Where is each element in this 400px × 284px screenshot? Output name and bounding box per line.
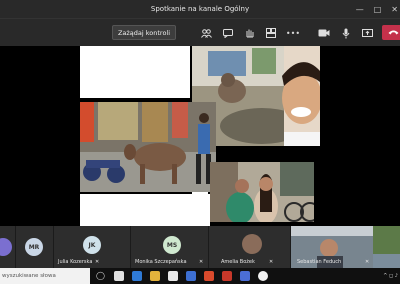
participant-name: Julia Kozerska	[58, 259, 93, 265]
request-control-label: Zażądaj kontroli	[117, 28, 171, 37]
participant-tile[interactable]: JK Julia Kozerska ✕	[54, 226, 131, 268]
share-screen-icon[interactable]	[361, 27, 373, 39]
teams-icon[interactable]	[240, 271, 250, 281]
participant-avatar: MR	[25, 238, 43, 256]
phone-hangup-icon	[388, 28, 399, 37]
participant-name: Monika Szczepańska	[135, 259, 187, 265]
leave-meeting-button[interactable]	[382, 25, 400, 40]
slide-blank-area	[80, 194, 210, 226]
participant-name: Amelia Bożek	[221, 259, 255, 265]
mic-muted-icon: ✕	[365, 259, 370, 265]
task-view-icon[interactable]: ◯	[96, 271, 106, 281]
file-explorer-icon[interactable]	[150, 271, 160, 281]
participant-avatar	[0, 238, 12, 256]
participant-name: Sebastian Feduch	[297, 259, 342, 265]
chat-icon[interactable]	[222, 27, 234, 39]
mail-icon[interactable]	[186, 271, 196, 281]
camera-icon[interactable]	[318, 27, 330, 39]
windows-taskbar: wyszukiwane słowa ◯ ^ ◻ ♪	[0, 268, 400, 284]
mic-muted-icon: ✕	[95, 259, 100, 265]
edge-browser-icon[interactable]	[132, 271, 142, 281]
task-view-button-icon[interactable]	[114, 271, 124, 281]
raise-hand-icon[interactable]	[243, 27, 255, 39]
meeting-toolbar: Zażądaj kontroli •••	[0, 18, 400, 46]
cow-street-photo	[80, 102, 216, 192]
teams-meeting-window: Spotkanie na kanale Ogólny — □ ✕ Zażądaj…	[0, 0, 400, 284]
taskbar-search-placeholder: wyszukiwane słowa	[2, 273, 56, 279]
self-video	[373, 226, 400, 268]
microphone-icon[interactable]	[340, 27, 352, 39]
store-icon[interactable]	[168, 271, 178, 281]
minimize-button[interactable]: —	[356, 5, 364, 14]
participant-tile[interactable]: MR	[16, 226, 54, 268]
hair-braiding-photo	[210, 162, 314, 222]
mic-muted-icon: ✕	[199, 259, 204, 265]
maximize-button[interactable]: □	[374, 5, 382, 14]
close-button[interactable]: ✕	[391, 5, 398, 14]
mic-muted-icon: ✕	[269, 259, 274, 265]
participant-video-tile[interactable]: Sebastian Feduch ✕	[291, 226, 373, 268]
participant-strip: MR JK Julia Kozerska ✕ MS Monika Szczepa…	[0, 226, 400, 268]
tray-icons[interactable]: ^ ◻ ♪	[383, 273, 398, 279]
participant-tile[interactable]: MS Monika Szczepańska ✕	[131, 226, 209, 268]
participant-tile[interactable]	[0, 226, 16, 268]
participant-avatar	[242, 234, 262, 254]
powerpoint-icon[interactable]	[204, 271, 214, 281]
app-icon[interactable]	[222, 271, 232, 281]
window-title: Spotkanie na kanale Ogólny	[150, 5, 250, 13]
slide-blank-area	[80, 46, 190, 98]
shared-slide	[80, 46, 320, 226]
breakout-rooms-icon[interactable]	[265, 27, 277, 39]
request-control-button[interactable]: Zażądaj kontroli	[112, 25, 176, 40]
taskbar-search-box[interactable]: wyszukiwane słowa	[0, 268, 90, 284]
people-icon[interactable]	[200, 27, 212, 39]
participant-avatar: JK	[83, 236, 101, 254]
title-bar: Spotkanie na kanale Ogólny — □ ✕	[0, 0, 400, 18]
self-view-tile[interactable]	[373, 226, 400, 268]
more-options-icon[interactable]: •••	[286, 27, 300, 39]
system-tray: ^ ◻ ♪	[383, 268, 398, 284]
window-controls: — □ ✕	[356, 0, 398, 18]
participant-avatar: MS	[163, 236, 181, 254]
participant-tile[interactable]: Amelia Bożek ✕	[209, 226, 291, 268]
shared-content-stage	[0, 46, 400, 226]
chrome-icon[interactable]	[258, 271, 268, 281]
